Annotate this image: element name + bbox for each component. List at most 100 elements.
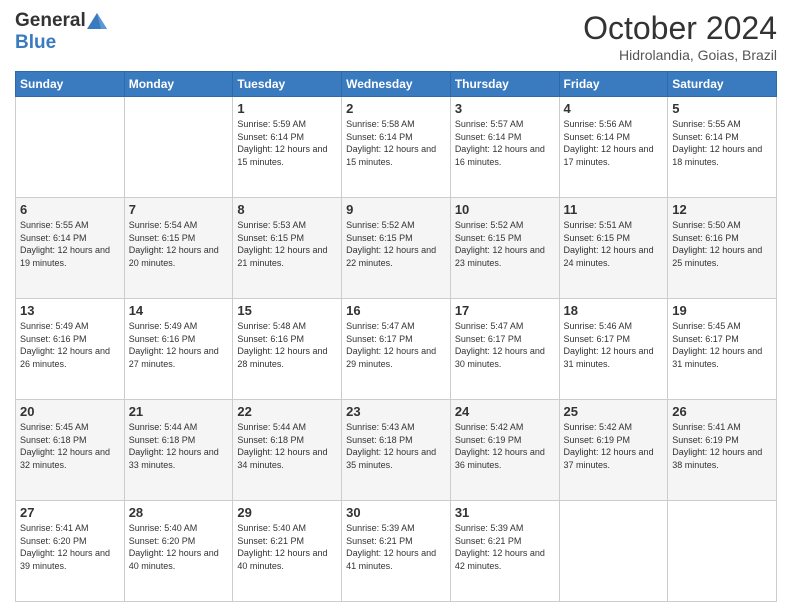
- day-number: 16: [346, 303, 446, 318]
- days-header-row: SundayMondayTuesdayWednesdayThursdayFrid…: [16, 72, 777, 97]
- calendar-cell: 11Sunrise: 5:51 AM Sunset: 6:15 PM Dayli…: [559, 198, 668, 299]
- logo-line1: General: [15, 10, 107, 32]
- day-info: Sunrise: 5:45 AM Sunset: 6:17 PM Dayligh…: [672, 320, 772, 370]
- week-row-4: 27 Sunrise: 5:41 AM Sunset: 6:20 PM Dayli…: [16, 501, 777, 602]
- day-info: Sunrise: 5:59 AM Sunset: 6:14 PM Dayligh…: [237, 118, 337, 168]
- day-number: 21: [129, 404, 229, 419]
- logo-bird-icon: [87, 13, 107, 29]
- day-info: Sunrise: 5:41 AM Sunset: 6:19 PM Dayligh…: [672, 421, 772, 471]
- page: General Blue October 2024 Hidrolandia, G…: [0, 0, 792, 612]
- week-row-1: 6 Sunrise: 5:55 AM Sunset: 6:14 PM Daylig…: [16, 198, 777, 299]
- day-number: 17: [455, 303, 555, 318]
- day-number: 2: [346, 101, 446, 116]
- calendar-cell: 25 Sunrise: 5:42 AM Sunset: 6:19 PM Dayli…: [559, 400, 668, 501]
- day-info: Sunrise: 5:42 AM Sunset: 6:19 PM Dayligh…: [564, 421, 664, 471]
- day-number: 28: [129, 505, 229, 520]
- week-row-3: 20Sunrise: 5:45 AM Sunset: 6:18 PM Dayli…: [16, 400, 777, 501]
- calendar-body: 1 Sunrise: 5:59 AM Sunset: 6:14 PM Daylig…: [16, 97, 777, 602]
- day-number: 31: [455, 505, 555, 520]
- day-header-wednesday: Wednesday: [342, 72, 451, 97]
- day-number: 12: [672, 202, 772, 217]
- day-info: Sunrise: 5:58 AM Sunset: 6:14 PM Dayligh…: [346, 118, 446, 168]
- day-info: Sunrise: 5:54 AM Sunset: 6:15 PM Dayligh…: [129, 219, 229, 269]
- day-info: Sunrise: 5:41 AM Sunset: 6:20 PM Dayligh…: [20, 522, 120, 572]
- calendar-cell: 8Sunrise: 5:53 AM Sunset: 6:15 PM Daylig…: [233, 198, 342, 299]
- calendar-cell: 4 Sunrise: 5:56 AM Sunset: 6:14 PM Daylig…: [559, 97, 668, 198]
- day-number: 13: [20, 303, 120, 318]
- day-number: 18: [564, 303, 664, 318]
- calendar-cell: 12 Sunrise: 5:50 AM Sunset: 6:16 PM Dayli…: [668, 198, 777, 299]
- day-number: 27: [20, 505, 120, 520]
- day-info: Sunrise: 5:44 AM Sunset: 6:18 PM Dayligh…: [129, 421, 229, 471]
- calendar-cell: 16Sunrise: 5:47 AM Sunset: 6:17 PM Dayli…: [342, 299, 451, 400]
- logo-general-text: General: [15, 10, 86, 32]
- header: General Blue October 2024 Hidrolandia, G…: [15, 10, 777, 63]
- week-row-2: 13 Sunrise: 5:49 AM Sunset: 6:16 PM Dayli…: [16, 299, 777, 400]
- day-number: 7: [129, 202, 229, 217]
- calendar-cell: 2 Sunrise: 5:58 AM Sunset: 6:14 PM Daylig…: [342, 97, 451, 198]
- day-info: Sunrise: 5:43 AM Sunset: 6:18 PM Dayligh…: [346, 421, 446, 471]
- day-header-monday: Monday: [124, 72, 233, 97]
- day-number: 4: [564, 101, 664, 116]
- day-number: 19: [672, 303, 772, 318]
- day-info: Sunrise: 5:48 AM Sunset: 6:16 PM Dayligh…: [237, 320, 337, 370]
- calendar-cell: 27 Sunrise: 5:41 AM Sunset: 6:20 PM Dayli…: [16, 501, 125, 602]
- day-info: Sunrise: 5:42 AM Sunset: 6:19 PM Dayligh…: [455, 421, 555, 471]
- day-number: 23: [346, 404, 446, 419]
- day-info: Sunrise: 5:49 AM Sunset: 6:16 PM Dayligh…: [129, 320, 229, 370]
- calendar-cell: 1 Sunrise: 5:59 AM Sunset: 6:14 PM Daylig…: [233, 97, 342, 198]
- calendar-cell: 6 Sunrise: 5:55 AM Sunset: 6:14 PM Daylig…: [16, 198, 125, 299]
- day-info: Sunrise: 5:46 AM Sunset: 6:17 PM Dayligh…: [564, 320, 664, 370]
- day-number: 1: [237, 101, 337, 116]
- calendar-cell: 13 Sunrise: 5:49 AM Sunset: 6:16 PM Dayli…: [16, 299, 125, 400]
- calendar-cell: 21 Sunrise: 5:44 AM Sunset: 6:18 PM Dayli…: [124, 400, 233, 501]
- calendar-cell: [16, 97, 125, 198]
- day-number: 25: [564, 404, 664, 419]
- day-info: Sunrise: 5:50 AM Sunset: 6:16 PM Dayligh…: [672, 219, 772, 269]
- day-info: Sunrise: 5:51 AM Sunset: 6:15 PM Dayligh…: [564, 219, 664, 269]
- day-info: Sunrise: 5:40 AM Sunset: 6:21 PM Dayligh…: [237, 522, 337, 572]
- calendar-cell: 10Sunrise: 5:52 AM Sunset: 6:15 PM Dayli…: [450, 198, 559, 299]
- day-info: Sunrise: 5:57 AM Sunset: 6:14 PM Dayligh…: [455, 118, 555, 168]
- day-info: Sunrise: 5:40 AM Sunset: 6:20 PM Dayligh…: [129, 522, 229, 572]
- week-row-0: 1 Sunrise: 5:59 AM Sunset: 6:14 PM Daylig…: [16, 97, 777, 198]
- calendar-cell: 14 Sunrise: 5:49 AM Sunset: 6:16 PM Dayli…: [124, 299, 233, 400]
- day-info: Sunrise: 5:47 AM Sunset: 6:17 PM Dayligh…: [455, 320, 555, 370]
- calendar-cell: 28 Sunrise: 5:40 AM Sunset: 6:20 PM Dayli…: [124, 501, 233, 602]
- logo-line2: Blue: [15, 32, 56, 54]
- day-number: 29: [237, 505, 337, 520]
- day-number: 9: [346, 202, 446, 217]
- day-number: 30: [346, 505, 446, 520]
- day-info: Sunrise: 5:39 AM Sunset: 6:21 PM Dayligh…: [455, 522, 555, 572]
- calendar-cell: [559, 501, 668, 602]
- day-info: Sunrise: 5:55 AM Sunset: 6:14 PM Dayligh…: [20, 219, 120, 269]
- location: Hidrolandia, Goias, Brazil: [583, 47, 777, 63]
- calendar-cell: 26 Sunrise: 5:41 AM Sunset: 6:19 PM Dayli…: [668, 400, 777, 501]
- calendar-cell: 22Sunrise: 5:44 AM Sunset: 6:18 PM Dayli…: [233, 400, 342, 501]
- calendar-cell: 17 Sunrise: 5:47 AM Sunset: 6:17 PM Dayli…: [450, 299, 559, 400]
- day-info: Sunrise: 5:49 AM Sunset: 6:16 PM Dayligh…: [20, 320, 120, 370]
- day-header-thursday: Thursday: [450, 72, 559, 97]
- month-title: October 2024: [583, 10, 777, 47]
- day-number: 26: [672, 404, 772, 419]
- calendar-cell: [124, 97, 233, 198]
- logo: General Blue: [15, 10, 107, 54]
- day-info: Sunrise: 5:52 AM Sunset: 6:15 PM Dayligh…: [455, 219, 555, 269]
- day-number: 15: [237, 303, 337, 318]
- calendar-cell: 5Sunrise: 5:55 AM Sunset: 6:14 PM Daylig…: [668, 97, 777, 198]
- day-info: Sunrise: 5:56 AM Sunset: 6:14 PM Dayligh…: [564, 118, 664, 168]
- day-number: 6: [20, 202, 120, 217]
- calendar-header: SundayMondayTuesdayWednesdayThursdayFrid…: [16, 72, 777, 97]
- day-info: Sunrise: 5:52 AM Sunset: 6:15 PM Dayligh…: [346, 219, 446, 269]
- day-info: Sunrise: 5:39 AM Sunset: 6:21 PM Dayligh…: [346, 522, 446, 572]
- day-info: Sunrise: 5:55 AM Sunset: 6:14 PM Dayligh…: [672, 118, 772, 168]
- calendar-cell: 24 Sunrise: 5:42 AM Sunset: 6:19 PM Dayli…: [450, 400, 559, 501]
- day-info: Sunrise: 5:53 AM Sunset: 6:15 PM Dayligh…: [237, 219, 337, 269]
- day-info: Sunrise: 5:45 AM Sunset: 6:18 PM Dayligh…: [20, 421, 120, 471]
- calendar-cell: 15 Sunrise: 5:48 AM Sunset: 6:16 PM Dayli…: [233, 299, 342, 400]
- day-number: 24: [455, 404, 555, 419]
- day-number: 14: [129, 303, 229, 318]
- calendar-table: SundayMondayTuesdayWednesdayThursdayFrid…: [15, 71, 777, 602]
- logo-blue-text: Blue: [15, 32, 56, 54]
- title-area: October 2024 Hidrolandia, Goias, Brazil: [583, 10, 777, 63]
